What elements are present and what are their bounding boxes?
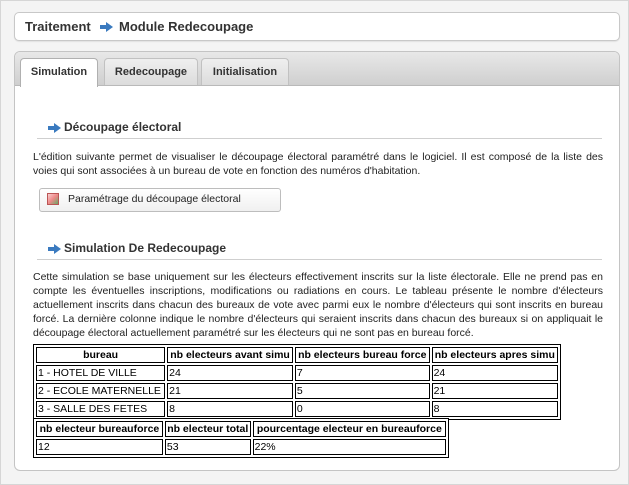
section-description-simulation: Cette simulation se base uniquement sur … <box>33 271 603 339</box>
breadcrumb-part-traitement[interactable]: Traitement <box>25 19 91 34</box>
column-header-total: nb electeur total <box>164 421 251 437</box>
arrow-right-icon <box>48 244 61 254</box>
tab-simulation[interactable]: Simulation <box>20 58 98 87</box>
table-row: 1 - HOTEL DE VILLE 24 7 24 <box>36 365 558 381</box>
parametrage-decoupage-button-label: Paramétrage du découpage électoral <box>68 193 241 205</box>
table-cell: 0 <box>294 401 430 417</box>
tab-initialisation[interactable]: Initialisation <box>201 58 289 85</box>
chart-icon <box>47 193 59 205</box>
column-header-apres-simu: nb electeurs apres simu <box>431 347 558 363</box>
table-cell: 2 - ECOLE MATERNELLE <box>36 383 166 399</box>
simulation-table: bureau nb electeurs avant simu nb electe… <box>33 344 561 420</box>
table-row: 12 53 22% <box>36 439 446 455</box>
app-frame: Traitement Module Redecoupage Simulation… <box>0 0 629 485</box>
table-row: 2 - ECOLE MATERNELLE 21 5 21 <box>36 383 558 399</box>
table-cell: 5 <box>294 383 430 399</box>
column-header-bureauforce: nb electeur bureauforce <box>36 421 163 437</box>
tab-bar: Simulation Redecoupage Initialisation <box>15 52 619 87</box>
section-title-simulation: Simulation De Redecoupage <box>64 241 227 255</box>
parametrage-decoupage-button[interactable]: Paramétrage du découpage électoral <box>39 188 281 212</box>
table-cell: 1 - HOTEL DE VILLE <box>36 365 166 381</box>
tab-panel: Simulation Redecoupage Initialisation Dé… <box>14 51 620 471</box>
section-title-decoupage: Découpage électoral <box>64 120 182 134</box>
table-cell: 8 <box>167 401 293 417</box>
table-cell: 21 <box>167 383 293 399</box>
table-cell: 22% <box>252 439 446 455</box>
table-cell: 53 <box>164 439 251 455</box>
breadcrumb: Traitement Module Redecoupage <box>14 12 620 41</box>
divider <box>37 138 602 139</box>
table-cell: 3 - SALLE DES FETES <box>36 401 166 417</box>
table-header-row: nb electeur bureauforce nb electeur tota… <box>36 421 446 437</box>
arrow-right-icon <box>48 123 61 133</box>
table-cell: 24 <box>431 365 558 381</box>
table-cell: 7 <box>294 365 430 381</box>
breadcrumb-part-module: Module Redecoupage <box>119 19 254 34</box>
table-cell: 24 <box>167 365 293 381</box>
table-cell: 8 <box>431 401 558 417</box>
table-row: 3 - SALLE DES FETES 8 0 8 <box>36 401 558 417</box>
section-description-decoupage: L'édition suivante permet de visualiser … <box>33 151 603 177</box>
table-header-row: bureau nb electeurs avant simu nb electe… <box>36 347 558 363</box>
tab-redecoupage[interactable]: Redecoupage <box>104 58 198 85</box>
summary-table: nb electeur bureauforce nb electeur tota… <box>33 418 449 458</box>
arrow-right-icon <box>100 22 113 32</box>
table-cell: 12 <box>36 439 163 455</box>
column-header-pourcentage: pourcentage electeur en bureauforce <box>252 421 446 437</box>
divider <box>37 259 602 260</box>
column-header-avant-simu: nb electeurs avant simu <box>167 347 293 363</box>
column-header-bureau: bureau <box>36 347 166 363</box>
table-cell: 21 <box>431 383 558 399</box>
column-header-bureau-force: nb electeurs bureau force <box>294 347 430 363</box>
